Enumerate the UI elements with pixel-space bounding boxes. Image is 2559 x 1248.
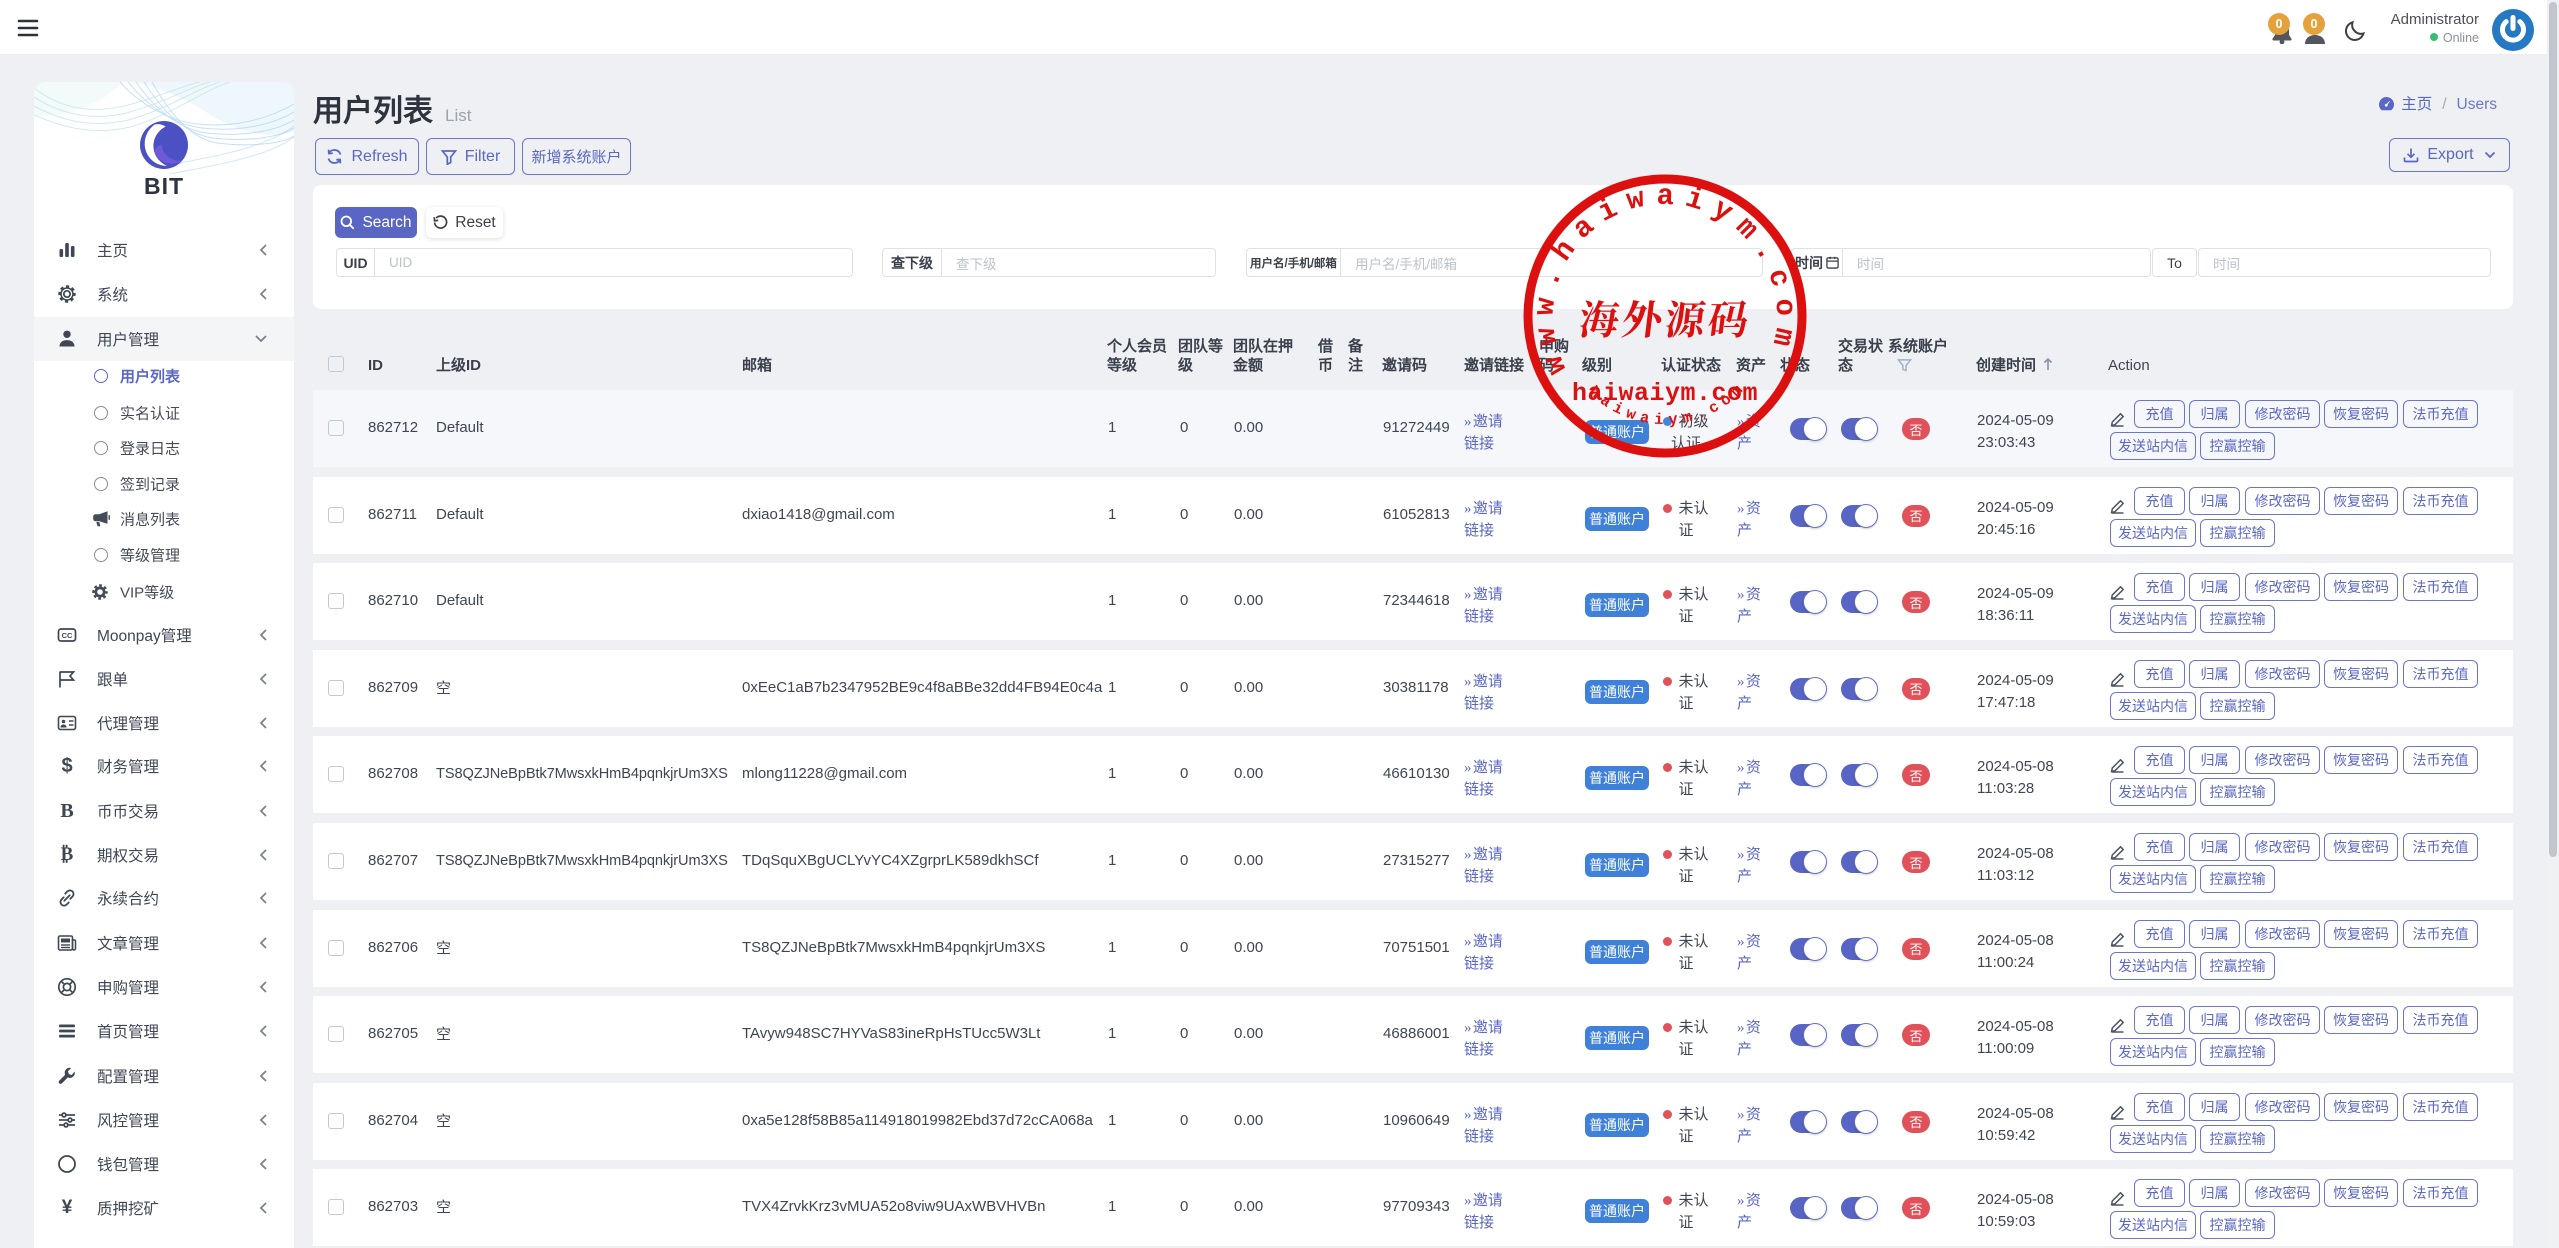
svg-text:haiwaiym.com: haiwaiym.com — [1572, 379, 1758, 408]
svg-text:www.haiwaiym.com: www.haiwaiym.com — [1528, 180, 1801, 380]
svg-text:海外源码: 海外源码 — [1576, 289, 1755, 346]
svg-text:CC: CC — [62, 631, 73, 640]
